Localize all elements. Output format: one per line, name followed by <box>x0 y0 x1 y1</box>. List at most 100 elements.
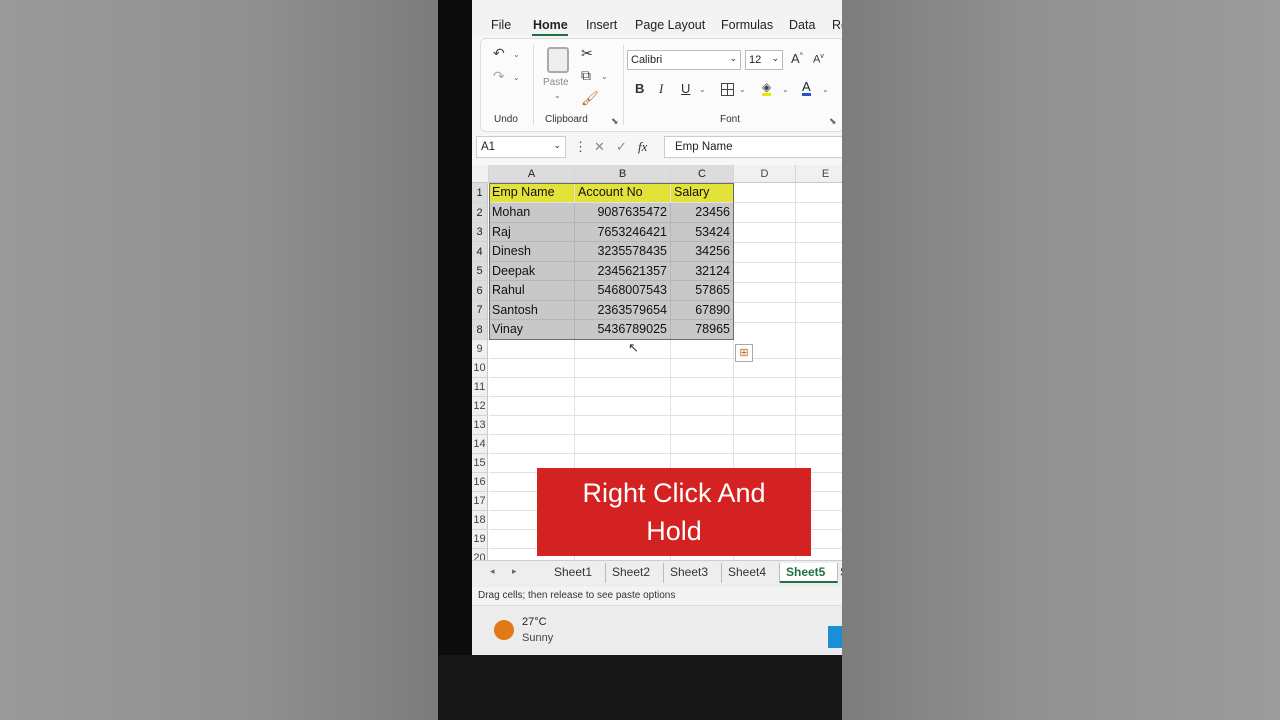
name-box[interactable]: A1 ⌄ <box>476 136 566 158</box>
row-header[interactable]: 6 <box>472 281 488 301</box>
font-launcher-icon[interactable]: ⬊ <box>829 116 837 127</box>
column-header-c[interactable]: C <box>671 165 734 183</box>
row-header[interactable]: 17 <box>472 492 488 511</box>
clipboard-launcher-icon[interactable]: ⬊ <box>611 116 619 127</box>
tab-sheet4[interactable]: Sheet4 <box>722 563 780 583</box>
underline-icon[interactable]: U <box>681 81 690 96</box>
borders-dropdown-icon[interactable]: ⌄ <box>739 85 746 94</box>
table-cell[interactable]: 3235578435 <box>575 242 671 262</box>
menu-data[interactable]: Data <box>789 18 815 32</box>
empty-cells-right[interactable] <box>734 183 842 340</box>
table-cell[interactable]: Raj <box>489 223 575 242</box>
tab-scroll-left-icon[interactable]: ◂ <box>490 566 495 577</box>
column-header-a[interactable]: A <box>489 165 575 183</box>
tab-sheet5[interactable]: Sheet5 <box>780 563 838 583</box>
format-painter-icon[interactable]: 🖌 <box>581 91 599 105</box>
fill-color-icon[interactable]: ◈ <box>762 81 772 96</box>
weather-temperature[interactable]: 27°C <box>522 616 547 628</box>
table-cell[interactable]: 67890 <box>671 301 734 320</box>
paste-label[interactable]: Paste <box>543 77 569 88</box>
row-header[interactable]: 15 <box>472 454 488 473</box>
table-cell[interactable]: 5436789025 <box>575 320 671 340</box>
menu-home[interactable]: Home <box>533 18 568 32</box>
tab-scroll-right-icon[interactable]: ▸ <box>512 566 517 577</box>
redo-dropdown-icon[interactable]: ⌄ <box>513 73 520 82</box>
insert-function-icon[interactable]: fx <box>638 139 647 155</box>
font-size-select[interactable]: 12 ⌄ <box>745 50 783 70</box>
column-header-e[interactable]: E <box>796 165 842 183</box>
table-cell[interactable]: 5468007543 <box>575 281 671 301</box>
weather-condition[interactable]: Sunny <box>522 632 553 644</box>
formula-input[interactable]: Emp Name <box>664 136 842 158</box>
decrease-font-icon[interactable]: Av <box>813 53 824 66</box>
undo-icon[interactable]: ↶ <box>493 46 505 60</box>
row-header[interactable]: 9 <box>472 340 488 359</box>
menu-page-layout[interactable]: Page Layout <box>635 18 705 32</box>
menu-formulas[interactable]: Formulas <box>721 18 773 32</box>
tab-sheet2[interactable]: Sheet2 <box>606 563 664 583</box>
row-header[interactable]: 8 <box>472 320 488 340</box>
row-header[interactable]: 2 <box>472 203 488 223</box>
copy-icon[interactable]: ⧉ <box>581 68 591 82</box>
table-cell[interactable]: 2363579654 <box>575 301 671 320</box>
column-header-d[interactable]: D <box>734 165 796 183</box>
row-header[interactable]: 4 <box>472 242 488 262</box>
row-header[interactable]: 20 <box>472 549 488 560</box>
row-header[interactable]: 10 <box>472 359 488 378</box>
undo-dropdown-icon[interactable]: ⌄ <box>513 50 520 59</box>
menu-review[interactable]: Re <box>832 18 842 32</box>
column-header-b[interactable]: B <box>575 165 671 183</box>
redo-icon[interactable]: ↷ <box>493 69 505 83</box>
table-cell[interactable]: 78965 <box>671 320 734 340</box>
select-all-corner[interactable] <box>472 165 489 183</box>
row-header[interactable]: 16 <box>472 473 488 492</box>
menu-insert[interactable]: Insert <box>586 18 617 32</box>
copy-dropdown-icon[interactable]: ⌄ <box>601 72 608 81</box>
fill-color-dropdown-icon[interactable]: ⌄ <box>782 85 789 94</box>
row-header[interactable]: 7 <box>472 301 488 320</box>
row-header[interactable]: 14 <box>472 435 488 454</box>
table-cell[interactable]: 9087635472 <box>575 203 671 223</box>
menu-file[interactable]: File <box>491 18 511 32</box>
increase-font-icon[interactable]: A^ <box>791 51 803 66</box>
table-cell[interactable]: Rahul <box>489 281 575 301</box>
table-cell[interactable]: Santosh <box>489 301 575 320</box>
cut-icon[interactable]: ✂ <box>581 46 593 60</box>
table-cell[interactable]: 23456 <box>671 203 734 223</box>
table-cell[interactable]: 57865 <box>671 281 734 301</box>
table-cell[interactable]: Dinesh <box>489 242 575 262</box>
borders-icon[interactable] <box>721 83 734 96</box>
enter-icon[interactable]: ✓ <box>616 139 627 155</box>
underline-dropdown-icon[interactable]: ⌄ <box>699 85 706 94</box>
italic-icon[interactable]: I <box>659 81 663 97</box>
row-header[interactable]: 1 <box>472 183 488 203</box>
row-header[interactable]: 5 <box>472 262 488 281</box>
row-header[interactable]: 3 <box>472 223 488 242</box>
more-options-icon[interactable]: ⋮ <box>574 139 587 155</box>
row-header[interactable]: 12 <box>472 397 488 416</box>
row-header[interactable]: 19 <box>472 530 488 549</box>
table-header-cell[interactable]: Emp Name <box>489 183 575 203</box>
table-cell[interactable]: 53424 <box>671 223 734 242</box>
cancel-icon[interactable]: ✕ <box>594 139 605 155</box>
table-cell[interactable]: 32124 <box>671 262 734 281</box>
table-header-cell[interactable]: Salary <box>671 183 734 203</box>
table-header-cell[interactable]: Account No <box>575 183 671 203</box>
font-name-select[interactable]: Calibri ⌄ <box>627 50 741 70</box>
table-cell[interactable]: 7653246421 <box>575 223 671 242</box>
paste-dropdown-icon[interactable]: ⌄ <box>554 91 561 100</box>
tab-sheet3[interactable]: Sheet3 <box>664 563 722 583</box>
windows-start-icon[interactable] <box>828 626 842 648</box>
font-color-icon[interactable]: A <box>802 80 811 96</box>
row-header[interactable]: 11 <box>472 378 488 397</box>
table-cell[interactable]: 34256 <box>671 242 734 262</box>
table-cell[interactable]: 2345621357 <box>575 262 671 281</box>
quick-analysis-icon[interactable]: ⊞ <box>735 344 753 362</box>
row-header[interactable]: 18 <box>472 511 488 530</box>
sun-icon[interactable] <box>494 620 514 640</box>
font-color-dropdown-icon[interactable]: ⌄ <box>822 85 829 94</box>
tab-sheet1[interactable]: Sheet1 <box>548 563 606 583</box>
row-header[interactable]: 13 <box>472 416 488 435</box>
tab-sheet6[interactable]: S <box>838 563 842 583</box>
table-cell[interactable]: Mohan <box>489 203 575 223</box>
